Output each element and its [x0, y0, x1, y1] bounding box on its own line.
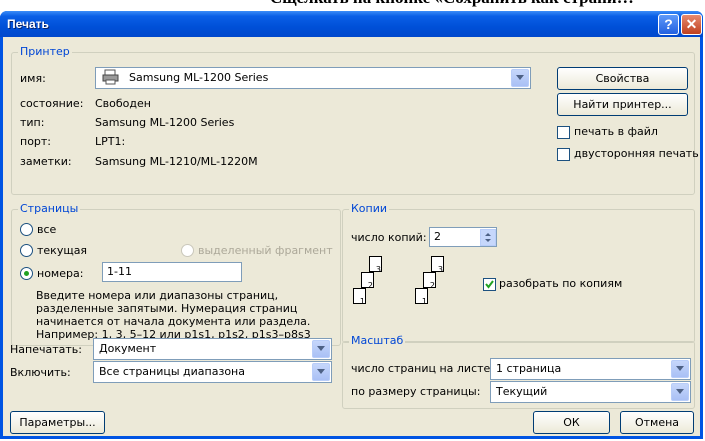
- pages-all-radio[interactable]: [20, 223, 33, 236]
- zoom-legend: Масштаб: [349, 334, 406, 347]
- copies-count-label: число копий:: [351, 231, 427, 244]
- properties-button-label: Свойства: [595, 72, 650, 85]
- sheet-icon: 2: [423, 272, 436, 290]
- sheet-icon: 2: [361, 272, 374, 290]
- printer-type-label: тип:: [20, 116, 45, 129]
- options-button[interactable]: Параметры...: [10, 411, 105, 434]
- chevron-down-icon[interactable]: [671, 360, 689, 378]
- print-to-file-checkbox[interactable]: [557, 126, 570, 139]
- properties-button[interactable]: Свойства: [557, 67, 688, 90]
- copies-count-input[interactable]: 2: [429, 227, 497, 247]
- copies-spinner[interactable]: [480, 229, 496, 246]
- find-printer-button-label: Найти принтер...: [573, 98, 672, 111]
- print-what-select[interactable]: Документ: [93, 338, 332, 360]
- pages-per-sheet-label: число страниц на листе:: [351, 362, 494, 375]
- pages-selection-radio: [181, 244, 194, 257]
- collated-pages-icon: 3 2 1: [415, 256, 460, 308]
- pages-help-text: Введите номера или диапазоны страниц, ра…: [36, 289, 311, 341]
- print-what-label: Напечатать:: [10, 343, 82, 356]
- pages-all-label: все: [37, 223, 57, 236]
- duplex-checkbox[interactable]: [557, 148, 570, 161]
- printer-group: Принтер имя: Samsung ML-1200 Series сост…: [11, 45, 699, 195]
- copies-group: Копии число копий: 2 3 2 1 3 2 1 разобра…: [342, 202, 695, 343]
- radio-selected-dot: [24, 271, 29, 276]
- copies-legend: Копии: [349, 202, 390, 215]
- printer-notes-label: заметки:: [20, 155, 72, 168]
- sheet-icon: 1: [415, 288, 428, 306]
- printer-port-label: порт:: [20, 135, 52, 148]
- pages-help-line: Введите номера или диапазоны страниц,: [36, 289, 279, 302]
- printer-name-value: Samsung ML-1200 Series: [129, 71, 269, 84]
- dialog-title: Печать: [7, 17, 49, 31]
- collate-label: разобрать по копиям: [499, 277, 623, 290]
- sheet-icon: 1: [353, 288, 366, 306]
- printer-legend: Принтер: [18, 45, 72, 58]
- pages-help-line: начинается от начала документа или разде…: [36, 315, 311, 328]
- zoom-group: Масштаб число страниц на листе: 1 страни…: [342, 334, 695, 409]
- pages-current-label: текущая: [37, 244, 88, 257]
- include-label: Включить:: [10, 366, 71, 379]
- uncollated-pages-icon: 3 2 1: [353, 256, 398, 308]
- pages-current-radio[interactable]: [20, 244, 33, 257]
- sheet-icon: 3: [369, 256, 382, 274]
- printer-name-label: имя:: [20, 72, 46, 85]
- options-button-label: Параметры...: [19, 416, 96, 429]
- duplex-label: двусторонняя печать: [574, 147, 699, 160]
- dialog-client: Принтер имя: Samsung ML-1200 Series сост…: [3, 37, 700, 436]
- printer-status-label: состояние:: [20, 97, 84, 110]
- chevron-down-icon[interactable]: [312, 363, 330, 381]
- copies-count-value: 2: [434, 230, 441, 243]
- printer-notes-value: Samsung ML-1210/ML-1220M: [95, 155, 258, 168]
- scale-label: по размеру страницы:: [351, 385, 481, 398]
- printer-port-value: LPT1:: [95, 135, 126, 148]
- ok-button[interactable]: ОК: [533, 411, 610, 434]
- pages-numbers-input[interactable]: 1-11: [102, 262, 242, 282]
- scale-value: Текущий: [496, 385, 548, 398]
- scale-select[interactable]: Текущий: [490, 381, 691, 403]
- pages-per-sheet-select[interactable]: 1 страница: [490, 358, 691, 380]
- sheet-icon: 3: [431, 256, 444, 274]
- close-button[interactable]: ✕: [681, 14, 702, 35]
- pages-per-sheet-value: 1 страница: [496, 362, 562, 375]
- cancel-button-label: Отмена: [634, 416, 680, 429]
- help-button[interactable]: ?: [658, 14, 679, 35]
- pages-numbers-value: 1-11: [107, 265, 132, 278]
- close-icon: ✕: [685, 16, 698, 32]
- printer-type-value: Samsung ML-1200 Series: [95, 116, 235, 129]
- chevron-down-icon[interactable]: [312, 340, 330, 358]
- ok-button-label: ОК: [563, 416, 580, 429]
- chevron-down-icon[interactable]: [671, 383, 689, 401]
- printer-icon: [102, 69, 120, 88]
- print-what-value: Документ: [99, 342, 157, 355]
- pages-help-line: разделенные запятыми. Нумерация страниц: [36, 302, 298, 315]
- background-text: Сщелкать на кнопке «Сохранить как страни…: [270, 0, 634, 8]
- title-bar: Печать ? ✕: [0, 11, 703, 37]
- print-dialog: Печать ? ✕ Принтер имя: Samsung ML-1200 …: [0, 11, 703, 439]
- printer-name-select[interactable]: Samsung ML-1200 Series: [95, 67, 531, 89]
- pages-legend: Страницы: [18, 202, 81, 215]
- find-printer-button[interactable]: Найти принтер...: [557, 93, 688, 116]
- chevron-down-icon[interactable]: [511, 69, 529, 87]
- printer-status-value: Свободен: [95, 97, 151, 110]
- print-to-file-label: печать в файл: [574, 125, 658, 138]
- include-select[interactable]: Все страницы диапазона: [93, 361, 332, 383]
- include-value: Все страницы диапазона: [99, 365, 245, 378]
- help-icon: ?: [664, 16, 673, 32]
- collate-checkbox[interactable]: [483, 278, 496, 291]
- pages-group: Страницы все текущая выделенный фрагмент…: [11, 202, 341, 346]
- cancel-button[interactable]: Отмена: [620, 411, 694, 434]
- pages-selection-label: выделенный фрагмент: [198, 244, 333, 257]
- pages-numbers-radio[interactable]: [20, 267, 33, 280]
- pages-numbers-label: номера:: [37, 267, 84, 280]
